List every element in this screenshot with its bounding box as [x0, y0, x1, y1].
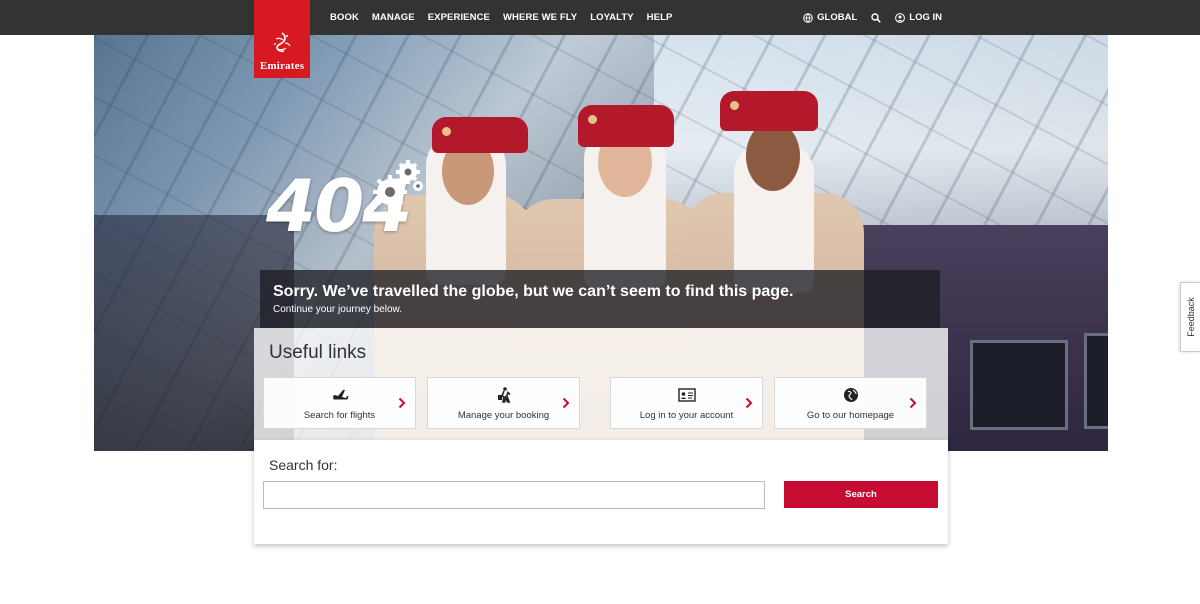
search-label: Search for:: [269, 457, 338, 473]
feedback-label: Feedback: [1185, 297, 1196, 337]
plane-icon: [332, 390, 348, 400]
useful-links-panel: Useful links Search for flights Manage y…: [254, 328, 948, 440]
useful-links-heading: Useful links: [269, 342, 367, 363]
link-search-flights[interactable]: Search for flights: [263, 377, 416, 429]
chevron-right-icon: [909, 397, 917, 409]
user-icon: [895, 12, 906, 23]
nav-item-help[interactable]: HELP: [647, 12, 673, 23]
nav-item-experience[interactable]: EXPERIENCE: [428, 12, 490, 23]
globe-icon: [843, 388, 858, 402]
search-submit-button[interactable]: Search: [784, 481, 938, 508]
chevron-right-icon: [562, 397, 570, 409]
nav-item-manage[interactable]: MANAGE: [372, 12, 415, 23]
traveller-luggage-icon: [497, 387, 510, 403]
search-input[interactable]: [263, 481, 765, 509]
chevron-right-icon: [745, 397, 753, 409]
emirates-calligraphy-icon: [274, 32, 291, 53]
nav-utilities: GLOBAL LOG IN: [803, 0, 942, 35]
login-label: LOG IN: [909, 12, 942, 23]
link-label: Search for flights: [303, 410, 376, 421]
login-button[interactable]: LOG IN: [895, 12, 942, 23]
error-title: Sorry. We’ve travelled the globe, but we…: [273, 283, 794, 300]
nav-item-book[interactable]: BOOK: [330, 12, 359, 23]
id-card-icon: [677, 388, 696, 402]
search-button[interactable]: [871, 12, 882, 23]
emirates-logo[interactable]: Emirates: [254, 0, 310, 78]
link-manage-booking[interactable]: Manage your booking: [427, 377, 580, 429]
search-icon: [871, 12, 882, 23]
link-login-account[interactable]: Log in to your account: [610, 377, 763, 429]
link-label: Log in to your account: [639, 410, 734, 421]
site-search-panel: Search for: Search: [254, 440, 948, 544]
hero-screen: [970, 340, 1068, 430]
link-label: Go to our homepage: [806, 410, 895, 421]
error-message-bar: Sorry. We’ve travelled the globe, but we…: [260, 270, 940, 328]
gears-icon: [373, 160, 423, 209]
region-selector[interactable]: GLOBAL: [803, 12, 857, 23]
globe-icon: [803, 12, 813, 23]
chevron-right-icon: [398, 397, 406, 409]
top-navigation-bar: BOOK MANAGE EXPERIENCE WHERE WE FLY LOYA…: [0, 0, 1200, 35]
link-homepage[interactable]: Go to our homepage: [774, 377, 927, 429]
main-menu: BOOK MANAGE EXPERIENCE WHERE WE FLY LOYA…: [330, 0, 685, 35]
link-label: Manage your booking: [457, 410, 550, 421]
logo-text: Emirates: [259, 60, 305, 72]
nav-item-loyalty[interactable]: LOYALTY: [590, 12, 633, 23]
error-subtitle: Continue your journey below.: [273, 304, 402, 315]
hero-screen: [1084, 333, 1108, 429]
region-label: GLOBAL: [817, 12, 858, 23]
nav-item-where-we-fly[interactable]: WHERE WE FLY: [503, 12, 577, 23]
feedback-tab[interactable]: Feedback: [1180, 282, 1200, 352]
